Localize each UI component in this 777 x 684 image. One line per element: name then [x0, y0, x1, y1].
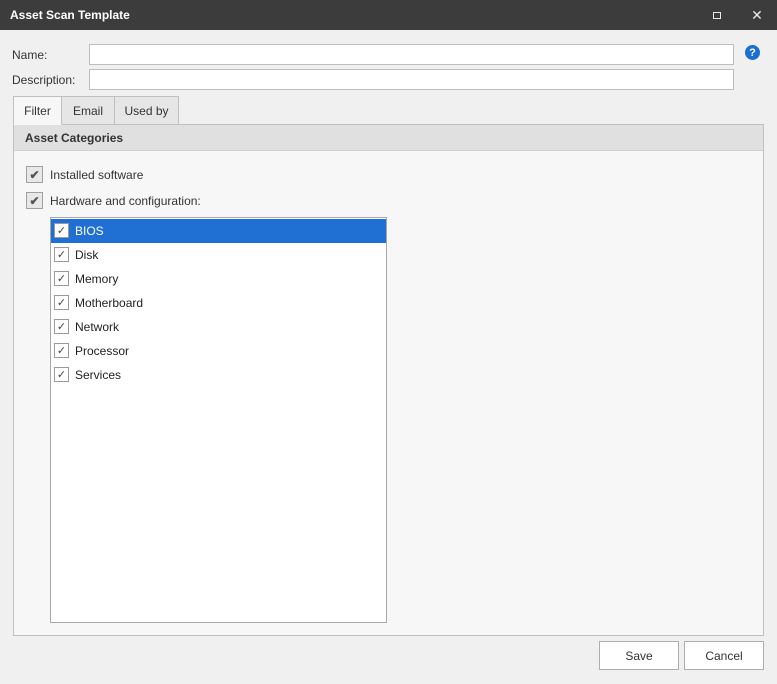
checkmark-icon: ✓ — [56, 345, 67, 357]
item-checkbox[interactable]: ✓ — [54, 367, 69, 382]
close-icon: ✕ — [751, 6, 763, 23]
item-checkbox[interactable]: ✓ — [54, 247, 69, 262]
item-label: BIOS — [75, 224, 104, 238]
list-item-bios[interactable]: ✓ BIOS — [51, 219, 386, 243]
maximize-button[interactable] — [697, 0, 737, 30]
list-item-disk[interactable]: ✓ Disk — [51, 243, 386, 267]
item-label: Network — [75, 320, 120, 334]
hardware-label: Hardware and configuration: — [50, 194, 201, 208]
item-checkbox[interactable]: ✓ — [54, 295, 69, 310]
name-label: Name: — [12, 48, 48, 62]
checkmark-icon: ✓ — [56, 297, 67, 309]
item-label: Services — [75, 368, 122, 382]
checkmark-icon: ✓ — [56, 369, 67, 381]
description-input[interactable] — [89, 69, 734, 90]
cancel-button[interactable]: Cancel — [684, 641, 764, 670]
checkmark-icon: ✓ — [56, 225, 67, 237]
item-checkbox[interactable]: ✓ — [54, 223, 69, 238]
list-item-processor[interactable]: ✓ Processor — [51, 339, 386, 363]
item-label: Motherboard — [75, 296, 144, 310]
tab-used-by[interactable]: Used by — [114, 96, 179, 125]
title-bar: Asset Scan Template ✕ — [0, 0, 777, 30]
checkmark-icon: ✓ — [56, 273, 67, 285]
item-label: Disk — [75, 248, 99, 262]
section-title: Asset Categories — [25, 131, 124, 145]
item-label: Memory — [75, 272, 119, 286]
hardware-category-list[interactable]: ✓ BIOS ✓ Disk ✓ Memory ✓ Motherboard ✓ N… — [50, 217, 387, 623]
checkmark-icon: ✓ — [56, 249, 67, 261]
list-item-memory[interactable]: ✓ Memory — [51, 267, 386, 291]
list-item-network[interactable]: ✓ Network — [51, 315, 386, 339]
tab-filter[interactable]: Filter — [13, 96, 62, 125]
name-input[interactable] — [89, 44, 734, 65]
item-checkbox[interactable]: ✓ — [54, 319, 69, 334]
help-icon[interactable]: ? — [745, 45, 760, 60]
maximize-icon — [713, 11, 721, 19]
section-header: Asset Categories — [14, 125, 763, 151]
list-item-motherboard[interactable]: ✓ Motherboard — [51, 291, 386, 315]
item-checkbox[interactable]: ✓ — [54, 271, 69, 286]
save-button[interactable]: Save — [599, 641, 679, 670]
item-checkbox[interactable]: ✓ — [54, 343, 69, 358]
tab-email[interactable]: Email — [61, 96, 115, 125]
checkmark-icon: ✓ — [56, 321, 67, 333]
checkmark-icon: ✔ — [29, 193, 40, 208]
item-label: Processor — [75, 344, 130, 358]
window-title: Asset Scan Template — [10, 8, 130, 22]
description-label: Description: — [12, 73, 76, 87]
checkmark-icon: ✔ — [29, 167, 40, 182]
list-item-services[interactable]: ✓ Services — [51, 363, 386, 387]
hardware-checkbox[interactable]: ✔ — [26, 192, 43, 209]
close-button[interactable]: ✕ — [737, 0, 777, 30]
filter-panel: Asset Categories ✔ Installed software ✔ … — [13, 124, 764, 636]
installed-software-checkbox[interactable]: ✔ — [26, 166, 43, 183]
installed-software-label: Installed software — [50, 168, 144, 182]
